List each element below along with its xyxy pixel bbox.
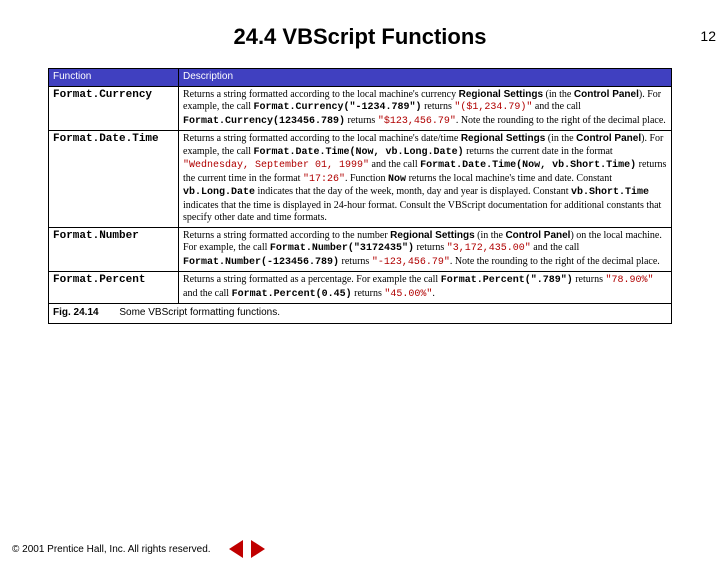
next-icon[interactable] [251, 540, 265, 558]
table-row: Format.Date.TimeReturns a string formatt… [49, 131, 672, 228]
nav-buttons [229, 540, 265, 558]
functions-table: Function Description Format.CurrencyRetu… [48, 68, 672, 324]
figure-caption-text: Some VBScript formatting functions. [119, 307, 280, 318]
function-desc-cell: Returns a string formatted according to … [179, 227, 672, 272]
function-desc-cell: Returns a string formatted according to … [179, 86, 672, 131]
function-desc-cell: Returns a string formatted according to … [179, 131, 672, 228]
col-header-description: Description [179, 69, 672, 87]
table-row: Format.PercentReturns a string formatted… [49, 272, 672, 304]
prev-icon[interactable] [229, 540, 243, 558]
table-row: Format.CurrencyReturns a string formatte… [49, 86, 672, 131]
function-name-cell: Format.Currency [49, 86, 179, 131]
function-name-cell: Format.Date.Time [49, 131, 179, 228]
page-title: 24.4 VBScript Functions [0, 24, 720, 50]
footer: © 2001 Prentice Hall, Inc. All rights re… [12, 540, 265, 558]
table-caption: Fig. 24.14 Some VBScript formatting func… [49, 304, 672, 324]
col-header-function: Function [49, 69, 179, 87]
function-name-cell: Format.Percent [49, 272, 179, 304]
table-row: Format.NumberReturns a string formatted … [49, 227, 672, 272]
copyright-text: © 2001 Prentice Hall, Inc. All rights re… [12, 544, 211, 555]
figure-number: Fig. 24.14 [53, 307, 99, 318]
function-desc-cell: Returns a string formatted as a percenta… [179, 272, 672, 304]
page-number: 12 [700, 28, 716, 44]
function-name-cell: Format.Number [49, 227, 179, 272]
functions-table-wrap: Function Description Format.CurrencyRetu… [48, 68, 672, 324]
